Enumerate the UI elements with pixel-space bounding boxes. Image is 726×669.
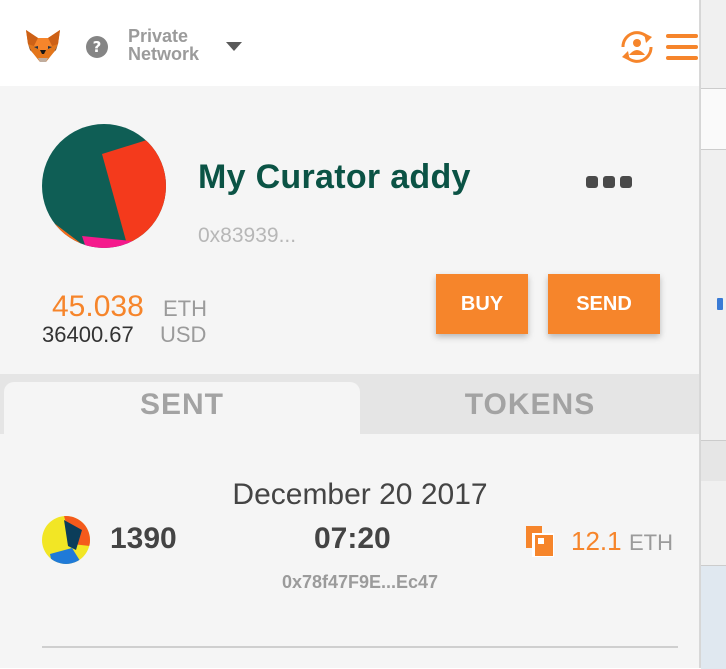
account-switch-icon[interactable] <box>618 30 656 64</box>
usd-balance: 36400.67 <box>42 322 134 347</box>
account-identicon[interactable] <box>42 124 166 248</box>
row-divider <box>42 646 678 648</box>
transaction-value: 12.1 <box>571 526 622 556</box>
usd-balance-unit: USD <box>160 322 207 347</box>
question-icon[interactable]: ? <box>86 36 108 58</box>
network-selector[interactable]: Private Network <box>128 27 199 63</box>
send-button[interactable]: SEND <box>548 274 660 334</box>
tab-sent[interactable]: SENT <box>4 382 360 434</box>
network-label-line2: Network <box>128 44 200 64</box>
metamask-fox-icon[interactable] <box>24 28 62 64</box>
account-panel: My Curator addy 0x83939... 45.038 ETH 36… <box>0 86 699 374</box>
buy-button[interactable]: BUY <box>436 274 528 334</box>
transaction-time: 07:20 <box>314 522 391 555</box>
tab-tokens[interactable]: TOKENS <box>360 382 699 434</box>
copy-icon[interactable] <box>524 524 556 558</box>
background-window-panel <box>701 565 726 669</box>
transaction-list: December 20 2017 1390 07:20 0x78f47F9E..… <box>0 434 699 668</box>
eth-balance: 45.038 <box>52 290 144 323</box>
transaction-hash[interactable]: 0x78f47F9E...Ec47 <box>0 572 699 593</box>
metamask-popup: ? Private Network My Curator addy 0x8393… <box>0 0 700 668</box>
recipient-identicon <box>42 516 90 564</box>
account-address[interactable]: 0x83939... <box>198 224 296 248</box>
eth-balance-unit: ETH <box>163 296 207 321</box>
hamburger-menu-icon[interactable] <box>666 34 699 60</box>
caret-down-icon[interactable] <box>226 42 242 51</box>
tab-bar: SENT TOKENS <box>0 374 699 434</box>
background-window-panel <box>701 440 726 481</box>
app-header: ? Private Network <box>0 0 699 86</box>
transaction-unit: ETH <box>629 530 673 555</box>
network-label-line1: Private <box>128 26 189 46</box>
transaction-nonce: 1390 <box>110 522 177 555</box>
more-options-icon[interactable] <box>586 176 632 188</box>
background-window-marker <box>701 290 726 320</box>
transaction-date: December 20 2017 <box>232 478 488 511</box>
background-window-panel <box>701 88 726 150</box>
account-name: My Curator addy <box>198 158 471 196</box>
background-window-strip <box>700 0 726 669</box>
